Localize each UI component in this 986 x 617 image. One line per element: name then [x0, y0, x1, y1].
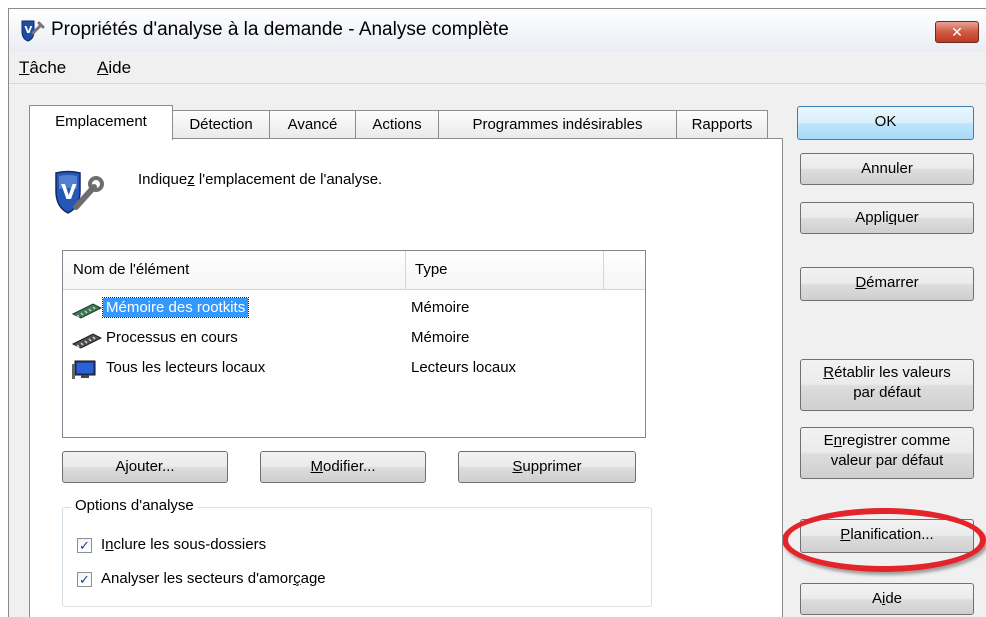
schedule-button[interactable]: Planification... [800, 519, 974, 553]
checkbox-checked-icon[interactable]: ✓ [77, 538, 92, 553]
instruction-after: l'emplacement de l'analyse. [194, 171, 383, 188]
scan-boot-sectors-label-a: Analyser les secteurs d'amor [101, 570, 294, 587]
instruction-before: Indique [138, 171, 188, 188]
memory-chip-icon [71, 303, 103, 319]
modify-button-mnemonic: M [310, 458, 323, 475]
include-subfolders-label: Inclure les sous-dossiers [101, 536, 266, 553]
delete-button-mnemonic: S [512, 458, 523, 475]
row-type: Mémoire [411, 299, 470, 316]
menu-aide-mnemonic: A [97, 58, 109, 77]
list-row-rootkit-memory[interactable]: Mémoire des rootkits Mémoire [63, 295, 643, 325]
list-header: Nom de l'élément Type [63, 251, 645, 290]
instruction-text: Indiquez l'emplacement de l'analyse. [138, 171, 382, 188]
schedule-button-label: lanification... [850, 526, 934, 543]
list-row-local-drives[interactable]: Tous les lecteurs locaux Lecteurs locaux [63, 355, 643, 385]
dialog-window: V Propriétés d'analyse à la demande - An… [8, 8, 986, 617]
svg-text:V: V [25, 25, 33, 36]
reset-defaults-button[interactable]: Rétablir les valeurs par défaut [800, 359, 974, 411]
title-bar: V Propriétés d'analyse à la demande - An… [9, 9, 986, 52]
row-name: Mémoire des rootkits [101, 297, 250, 318]
menu-aide[interactable]: Aide [97, 58, 131, 78]
save-as-default-label-a: E [823, 432, 834, 449]
save-as-default-button[interactable]: Enregistrer comme valeur par défaut [800, 427, 974, 479]
cancel-button[interactable]: Annuler [800, 153, 974, 185]
menu-tache[interactable]: Tâche [19, 58, 66, 78]
row-type: Lecteurs locaux [411, 359, 517, 376]
row-name: Tous les lecteurs locaux [106, 359, 266, 376]
schedule-button-mnemonic: P [840, 526, 851, 543]
tab-detection[interactable]: Détection [172, 110, 270, 139]
scan-options-group: Options d'analyse ✓ Inclure les sous-dos… [62, 497, 652, 607]
svg-text:V: V [61, 180, 77, 204]
menu-tache-label: âche [29, 58, 67, 77]
include-subfolders-mnemonic: n [105, 536, 114, 553]
start-button-mnemonic: D [855, 274, 867, 291]
tab-actions[interactable]: Actions [355, 110, 439, 139]
instruction-mnemonic: z [187, 171, 195, 188]
apply-button-mnemonic: q [888, 209, 897, 226]
add-button-label-b: outer... [128, 458, 175, 475]
computer-icon [72, 360, 96, 379]
tab-emplacement[interactable]: Emplacement [29, 105, 173, 140]
row-name: Processus en cours [106, 329, 238, 346]
column-separator[interactable] [603, 251, 604, 289]
tab-panel-emplacement: V Indiquez l'emplacement de l'analyse. N… [29, 138, 783, 617]
mcafee-shield-icon: V [21, 20, 45, 42]
tab-rapports[interactable]: Rapports [676, 110, 768, 139]
menu-aide-label: ide [108, 58, 132, 77]
row-type: Mémoire [411, 329, 470, 346]
checkbox-checked-icon[interactable]: ✓ [77, 572, 92, 587]
add-button[interactable]: Ajouter... [62, 451, 228, 483]
scan-boot-sectors-mnemonic: ç [293, 570, 301, 587]
save-as-default-mnemonic: n [833, 432, 842, 449]
apply-button-label-b: uer [897, 209, 919, 226]
help-button-label-a: A [871, 590, 882, 607]
help-button-label-b: de [885, 590, 903, 607]
tab-programmes-indesirables[interactable]: Programmes indésirables [438, 110, 677, 139]
window-title: Propriétés d'analyse à la demande - Anal… [51, 19, 509, 40]
tab-avance[interactable]: Avancé [269, 110, 356, 139]
menu-tache-mnemonic: T [19, 58, 30, 77]
start-button-label: émarrer [866, 274, 919, 291]
reset-defaults-label: établir les valeurs [834, 364, 951, 381]
apply-button-label-a: Appli [855, 209, 889, 226]
save-as-default-label-line2: valeur par défaut [830, 452, 944, 469]
help-button[interactable]: Aide [800, 583, 974, 615]
include-subfolders-label-b: clure les sous-dossiers [113, 536, 267, 553]
reset-defaults-mnemonic: R [823, 364, 835, 381]
apply-button[interactable]: Appliquer [800, 202, 974, 234]
delete-button-label: upprimer [522, 458, 582, 475]
delete-button[interactable]: Supprimer [458, 451, 636, 483]
modify-button[interactable]: Modifier... [260, 451, 426, 483]
memory-chip-icon [71, 333, 103, 349]
list-row-running-processes[interactable]: Processus en cours Mémoire [63, 325, 643, 355]
close-button[interactable]: ✕ [935, 21, 979, 43]
save-as-default-label-b: registrer comme [842, 432, 951, 449]
scan-boot-sectors-label: Analyser les secteurs d'amorçage [101, 570, 326, 587]
scan-shield-icon: V [55, 170, 104, 214]
add-button-label-a: A [115, 458, 126, 475]
reset-defaults-label-line2: par défaut [853, 384, 921, 401]
modify-button-label: odifier... [322, 458, 376, 475]
scan-boot-sectors-label-b: age [300, 570, 326, 587]
menu-bar: Tâche Aide [9, 53, 986, 84]
scan-options-title: Options d'analyse [71, 497, 198, 514]
ok-button[interactable]: OK [797, 106, 974, 140]
column-header-name[interactable]: Nom de l'élément [63, 251, 403, 289]
scan-locations-list[interactable]: Nom de l'élément Type Mémoire des rootki… [62, 250, 646, 438]
column-header-type[interactable]: Type [405, 251, 595, 289]
start-button[interactable]: Démarrer [800, 267, 974, 301]
